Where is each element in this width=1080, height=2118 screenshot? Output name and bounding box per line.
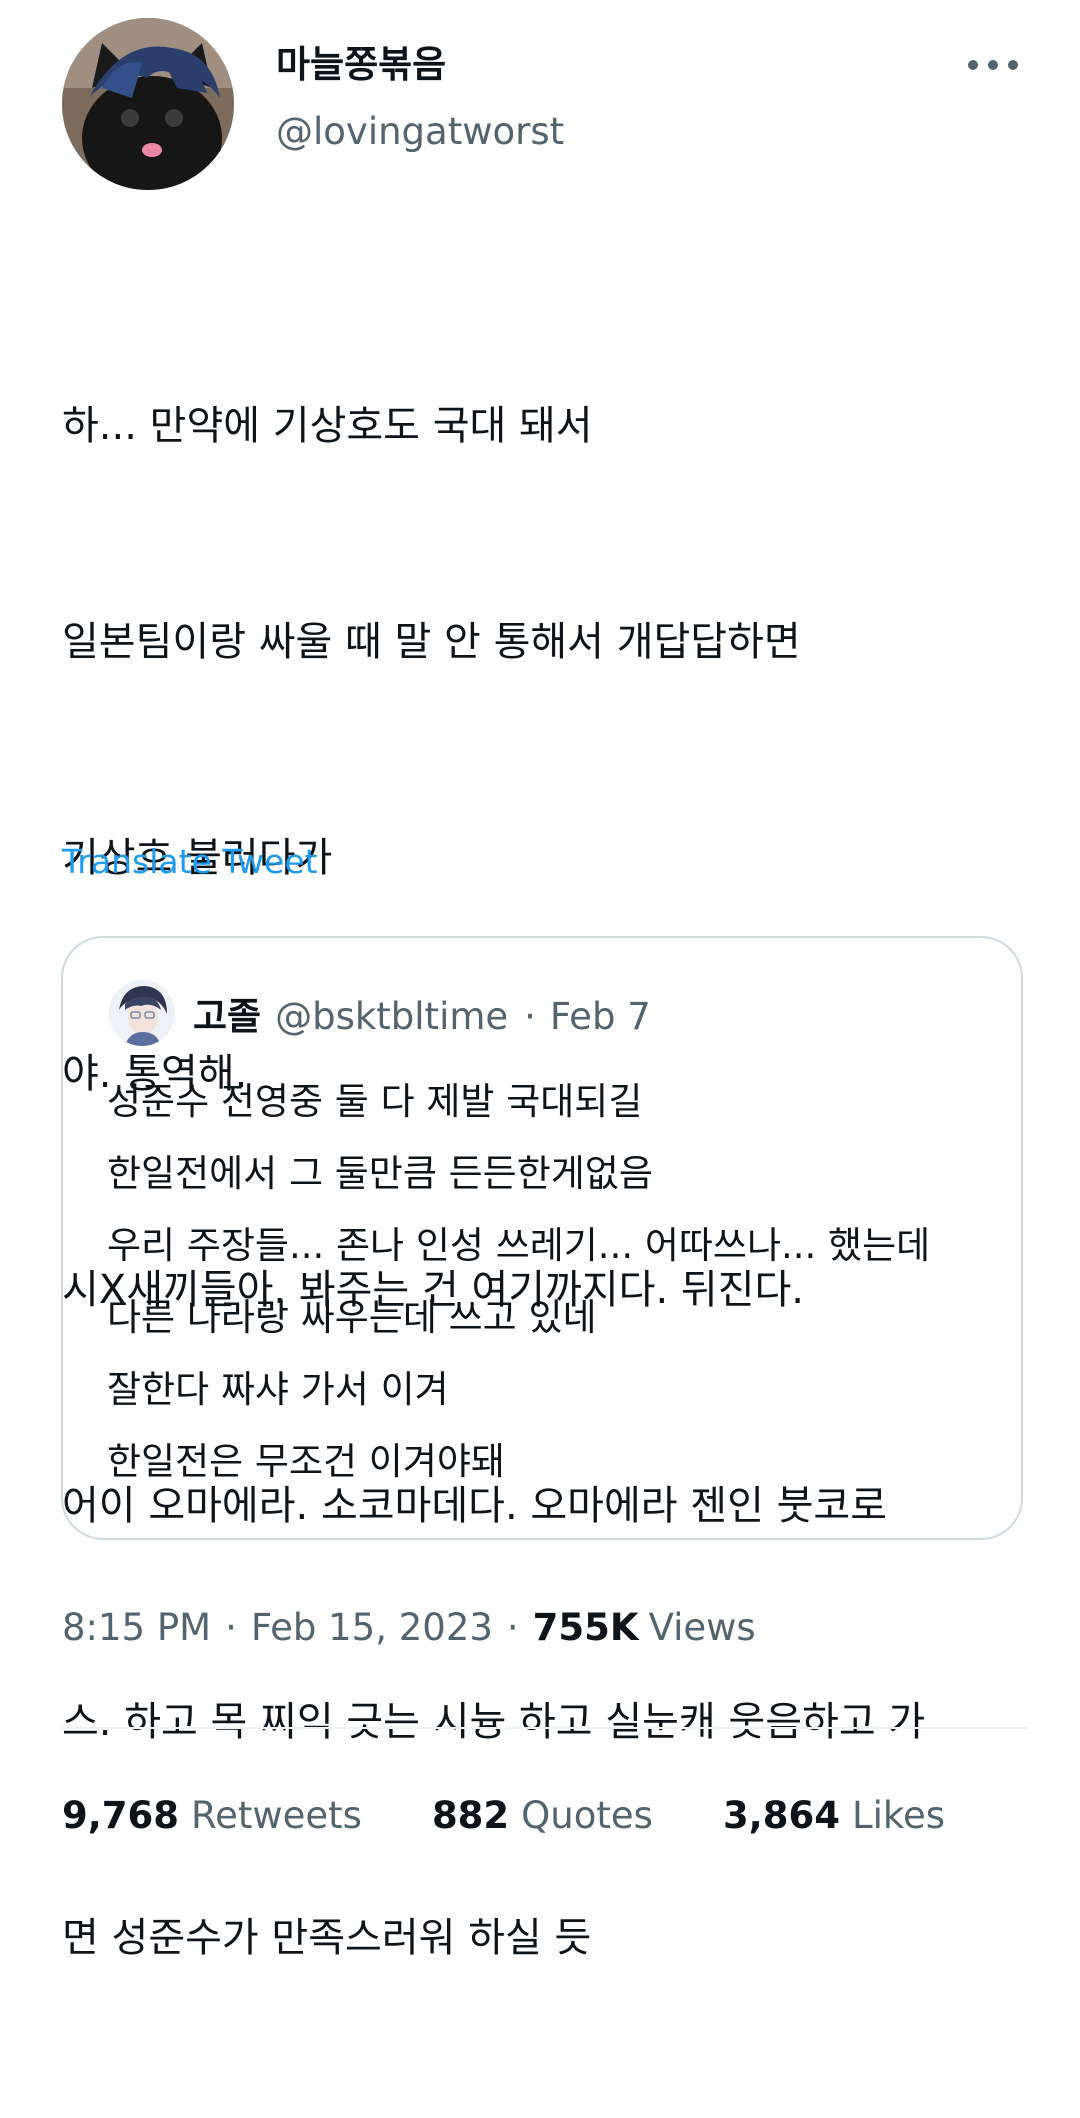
engagement-stats: 9,768 Retweets 882 Quotes 3,864 Likes [62,1794,945,1837]
retweets-stat[interactable]: 9,768 Retweets [62,1794,362,1837]
quoted-author-avatar[interactable] [109,980,175,1046]
quotes-count: 882 [431,1794,510,1837]
quoted-text-line: 한일전에서 그 둘만큼 든든한게없음 [107,1152,653,1195]
more-horizontal-icon [968,60,978,70]
translate-tweet-link[interactable]: Translate Tweet [62,842,318,881]
author-handle[interactable]: @lovingatworst [276,110,564,153]
quotes-label: Quotes [521,1794,653,1837]
tweet-time[interactable]: 8:15 PM [62,1606,211,1649]
retweets-count: 9,768 [62,1794,180,1837]
tweet-text-line: 하... 만약에 기상호도 국대 돼서 [62,403,593,449]
quoted-tweet-date[interactable]: Feb 7 [550,995,651,1038]
quoted-tweet-text: 성준수 전영중 둘 다 제발 국대되길 한일전에서 그 둘만큼 든든한게없음 우… [107,1066,987,1498]
likes-label: Likes [851,1794,946,1837]
retweets-label: Retweets [191,1794,362,1837]
tweet-meta: 8:15 PM · Feb 15, 2023 · 755K Views [62,1606,756,1649]
quoted-text-line: 우리 주장들... 존나 인성 쓰레기... 어따쓰나... 했는데 [107,1224,931,1267]
quotes-stat[interactable]: 882 Quotes [432,1794,653,1837]
quoted-separator: · [524,995,536,1038]
meta-separator: · [225,1606,237,1649]
more-horizontal-icon-dot [1008,60,1018,70]
divider [62,1727,1028,1729]
views-count: 755K [532,1606,639,1649]
meta-separator: · [506,1606,519,1649]
tweet: 마늘쫑볶음 @lovingatworst 하... 만약에 기상호도 국대 돼서… [0,0,1080,1961]
likes-stat[interactable]: 3,864 Likes [723,1794,945,1837]
quoted-text-line: 다른 나라랑 싸우는데 쓰고 있네 [107,1296,597,1339]
quoted-text-line: 성준수 전영중 둘 다 제발 국대되길 [107,1080,643,1123]
tweet-text-line: 스. 하고 목 찌익 긋는 시늉 하고 실눈캐 웃음하고 가 [62,1699,926,1745]
author-avatar[interactable] [62,18,234,190]
tweet-text-line: 일본팀이랑 싸울 때 말 안 통해서 개답답하면 [62,619,801,665]
more-horizontal-icon-dot [988,60,998,70]
quoted-author-handle[interactable]: @bsktbltime [275,995,508,1038]
quoted-text-line: 한일전은 무조건 이겨야돼 [107,1440,505,1483]
quoted-author-name[interactable]: 고졸 [193,986,261,1040]
likes-count: 3,864 [722,1794,840,1837]
author-display-name[interactable]: 마늘쫑볶음 [276,34,446,88]
quoted-tweet-header: 고졸 @bsktbltime · Feb 7 [193,986,651,1040]
more-options-button[interactable] [960,44,1026,84]
quoted-tweet-card[interactable]: 고졸 @bsktbltime · Feb 7 성준수 전영중 둘 다 제발 국대… [61,936,1023,1540]
views-label: Views [648,1606,756,1649]
quoted-text-line: 잘한다 짜샤 가서 이겨 [107,1368,449,1411]
tweet-text-line: 면 성준수가 만족스러워 하실 듯 [62,1915,592,1961]
tweet-date[interactable]: Feb 15, 2023 [251,1606,493,1649]
